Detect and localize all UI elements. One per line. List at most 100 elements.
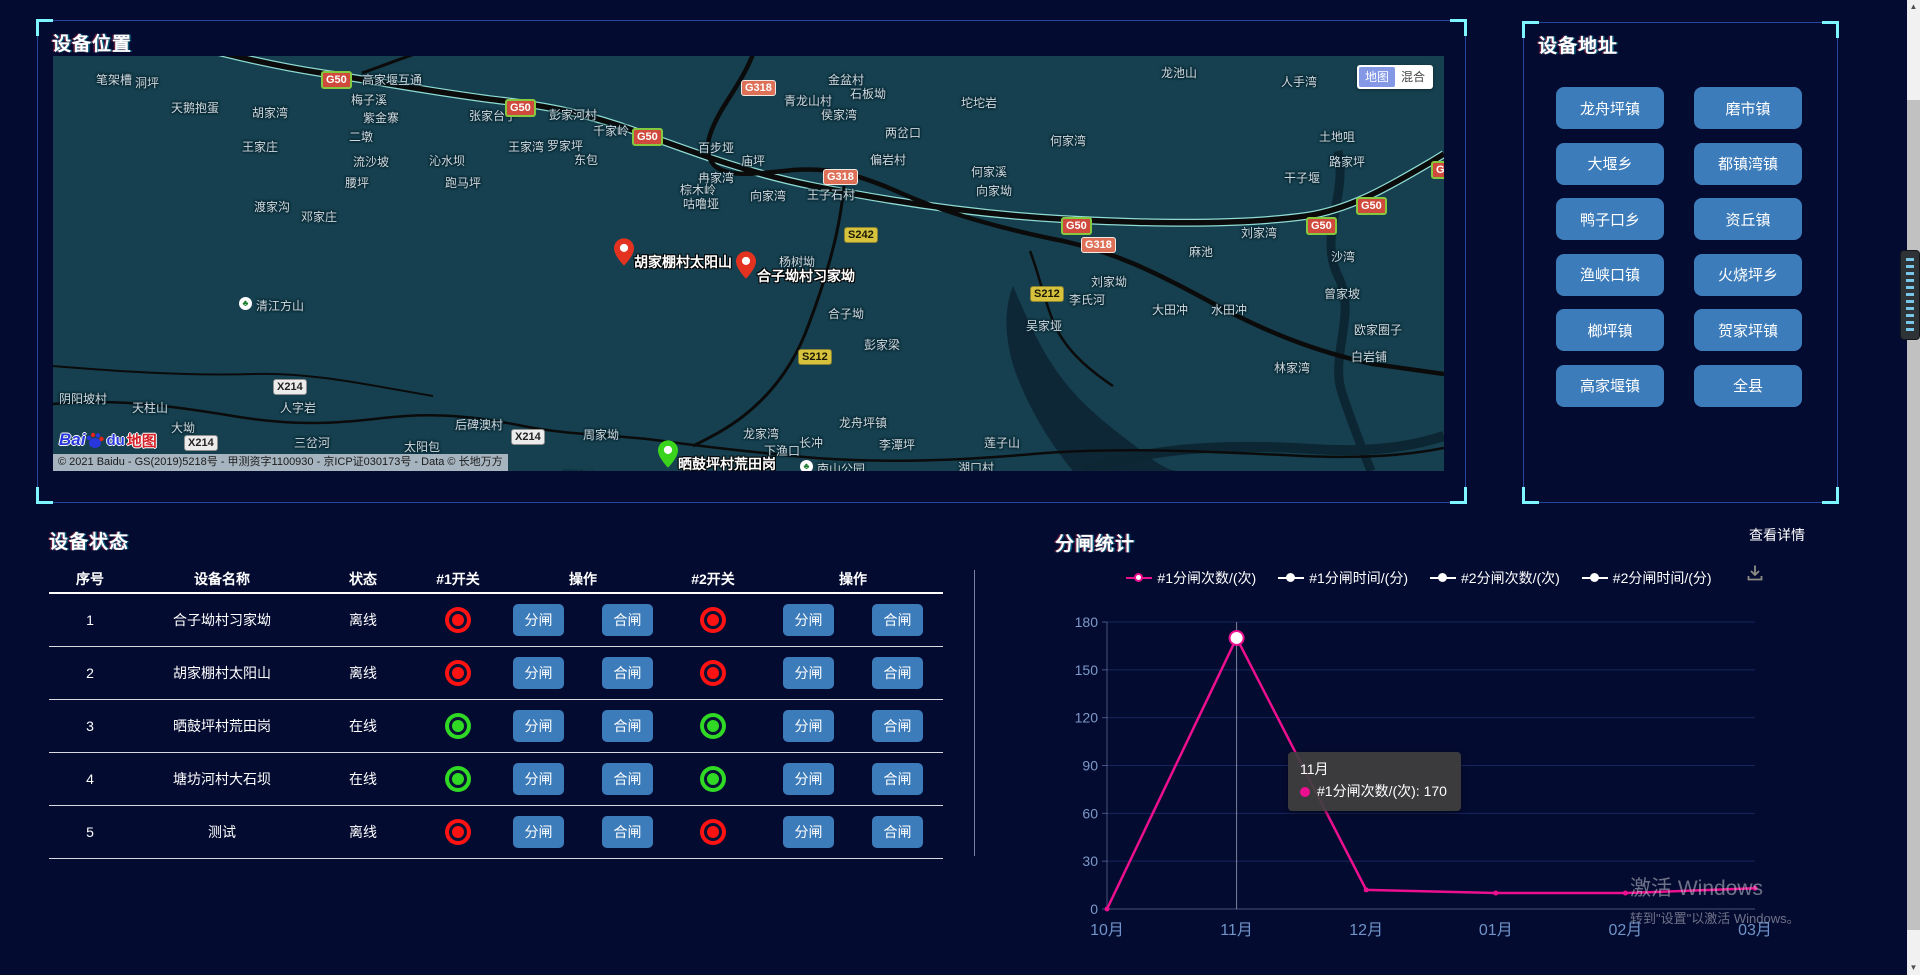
- open-switch-button[interactable]: 分闸: [513, 816, 564, 848]
- map-place-label: 邱家山: [561, 468, 597, 471]
- close-switch-button[interactable]: 合闸: [602, 657, 653, 689]
- switch-indicator-red: [445, 607, 471, 633]
- close-switch-button[interactable]: 合闸: [872, 657, 923, 689]
- map-place-label: 向家坳: [976, 182, 1012, 199]
- scroll-position-widget[interactable]: [1900, 250, 1920, 340]
- map-place-label: 曾家坡: [1324, 285, 1360, 302]
- device-marker[interactable]: [736, 251, 756, 279]
- svg-text:10月: 10月: [1090, 922, 1124, 939]
- cell-status: 在线: [313, 700, 413, 752]
- address-button-火烧坪乡[interactable]: 火烧坪乡: [1694, 254, 1802, 296]
- close-switch-button[interactable]: 合闸: [872, 604, 923, 636]
- page-scrollbar-thumb[interactable]: [1907, 100, 1920, 930]
- legend-item-2[interactable]: #1分闸时间/(分): [1278, 568, 1408, 588]
- cell-switch2: [663, 806, 763, 858]
- switch-indicator-core: [449, 770, 467, 788]
- switch-indicator-core: [449, 823, 467, 841]
- download-icon[interactable]: [1745, 563, 1765, 588]
- close-switch-button[interactable]: 合闸: [602, 710, 653, 742]
- device-status-table: 序号设备名称状态#1开关操作#2开关操作 1合子坳村习家坳离线分闸合闸分闸合闸2…: [49, 566, 943, 859]
- view-details-link[interactable]: 查看详情: [1749, 525, 1805, 545]
- map-place-label: 周家坳: [583, 426, 619, 443]
- open-switch-button[interactable]: 分闸: [513, 657, 564, 689]
- cell-device-name: 胡家棚村太阳山: [131, 647, 313, 699]
- address-button-磨市镇[interactable]: 磨市镇: [1694, 87, 1802, 129]
- close-switch-button[interactable]: 合闸: [872, 763, 923, 795]
- address-button-贺家坪镇[interactable]: 贺家坪镇: [1694, 309, 1802, 351]
- close-switch-button[interactable]: 合闸: [872, 816, 923, 848]
- address-button-鸭子口乡[interactable]: 鸭子口乡: [1556, 198, 1664, 240]
- road-shield-G318: G318: [1081, 237, 1116, 253]
- address-button-榔坪镇[interactable]: 榔坪镇: [1556, 309, 1664, 351]
- cell-operations2: 分闸 合闸: [763, 806, 943, 858]
- address-button-渔峡口镇[interactable]: 渔峡口镇: [1556, 254, 1664, 296]
- baidu-logo-bai: Bai: [59, 430, 85, 450]
- map-place-label: 水田冲: [1211, 301, 1247, 318]
- cell-operations1: 分闸 合闸: [503, 806, 663, 858]
- open-switch-button[interactable]: 分闸: [513, 604, 564, 636]
- svg-text:0: 0: [1090, 901, 1098, 917]
- device-marker-label: 晒鼓坪村荒田岗: [678, 454, 776, 471]
- close-switch-button[interactable]: 合闸: [602, 604, 653, 636]
- poi-icon: ♣: [239, 297, 252, 310]
- svg-text:150: 150: [1075, 662, 1099, 678]
- legend-item-1[interactable]: #1分闸次数/(次): [1126, 568, 1256, 588]
- corner-bracket: [1822, 21, 1839, 38]
- legend-item-4[interactable]: #2分闸时间/(分): [1582, 568, 1712, 588]
- device-location-panel: 设备位置 笔架槽洞坪天鹅抱蛋王家庄胡家湾高家堰互通梅子溪紫金: [37, 20, 1466, 503]
- legend-marker-icon: [1430, 573, 1456, 583]
- device-marker[interactable]: [658, 440, 678, 468]
- map-place-label: 后碑澳村: [455, 416, 503, 433]
- address-button-高家堰镇[interactable]: 高家堰镇: [1556, 365, 1664, 407]
- cell-switch2: [663, 700, 763, 752]
- cell-operations1: 分闸 合闸: [503, 700, 663, 752]
- cell-operations1: 分闸 合闸: [503, 594, 663, 646]
- map-place-label: 王家庄: [242, 138, 278, 155]
- open-switch-button[interactable]: 分闸: [783, 816, 834, 848]
- open-switch-button[interactable]: 分闸: [783, 763, 834, 795]
- address-button-大堰乡[interactable]: 大堰乡: [1556, 143, 1664, 185]
- map-place-label: 龙池山: [1161, 64, 1197, 81]
- close-switch-button[interactable]: 合闸: [872, 710, 923, 742]
- scrollbar-up-arrow[interactable]: ▲: [1907, 0, 1920, 14]
- open-switch-button[interactable]: 分闸: [783, 657, 834, 689]
- map-place-label: 李潭坪: [879, 436, 915, 453]
- open-switch-button[interactable]: 分闸: [783, 710, 834, 742]
- map-place-label: 林家湾: [1274, 359, 1310, 376]
- map-place-label: 彭家梁: [864, 336, 900, 353]
- road-shield-X214: X214: [273, 379, 307, 395]
- open-switch-button[interactable]: 分闸: [513, 710, 564, 742]
- road-shield-X214: X214: [184, 435, 218, 451]
- windows-activation-watermark: 激活 Windows 转到"设置"以激活 Windows。: [1630, 872, 1800, 927]
- address-button-龙舟坪镇[interactable]: 龙舟坪镇: [1556, 87, 1664, 129]
- table-row: 2胡家棚村太阳山离线分闸合闸分闸合闸: [49, 647, 943, 700]
- address-button-都镇湾镇[interactable]: 都镇湾镇: [1694, 143, 1802, 185]
- svg-text:120: 120: [1075, 710, 1099, 726]
- baidu-logo-map: 地图: [127, 430, 157, 451]
- close-switch-button[interactable]: 合闸: [602, 816, 653, 848]
- road-shield-G50: G50: [1061, 217, 1092, 235]
- table-header-row: 序号设备名称状态#1开关操作#2开关操作: [49, 566, 943, 594]
- map-place-label: 沁水坝: [429, 152, 465, 169]
- legend-item-3[interactable]: #2分闸次数/(次): [1430, 568, 1560, 588]
- open-switch-button[interactable]: 分闸: [513, 763, 564, 795]
- map-toggle-hybrid[interactable]: 混合: [1395, 67, 1431, 87]
- table-scroll-track[interactable]: [974, 570, 975, 856]
- address-button-全县[interactable]: 全县: [1694, 365, 1802, 407]
- cell-operations1: 分闸 合闸: [503, 753, 663, 805]
- open-switch-button[interactable]: 分闸: [783, 604, 834, 636]
- legend-dot: [1286, 573, 1295, 582]
- legend-label: #2分闸次数/(次): [1461, 568, 1560, 588]
- device-marker[interactable]: [614, 238, 634, 266]
- legend-label: #1分闸次数/(次): [1157, 568, 1256, 588]
- corner-bracket: [36, 19, 53, 36]
- map-place-label: 白岩铺: [1351, 348, 1387, 365]
- road-shield-X214: X214: [511, 429, 545, 445]
- close-switch-button[interactable]: 合闸: [602, 763, 653, 795]
- road-shield-S242: S242: [844, 227, 878, 243]
- baidu-map[interactable]: 笔架槽洞坪天鹅抱蛋王家庄胡家湾高家堰互通梅子溪紫金寨二墩流沙坡沁水坝腰坪跑马坪渡…: [53, 56, 1444, 471]
- map-toggle-map[interactable]: 地图: [1359, 67, 1395, 87]
- address-button-资丘镇[interactable]: 资丘镇: [1694, 198, 1802, 240]
- legend-dot: [1590, 573, 1599, 582]
- scrollbar-down-arrow[interactable]: ▼: [1907, 961, 1920, 975]
